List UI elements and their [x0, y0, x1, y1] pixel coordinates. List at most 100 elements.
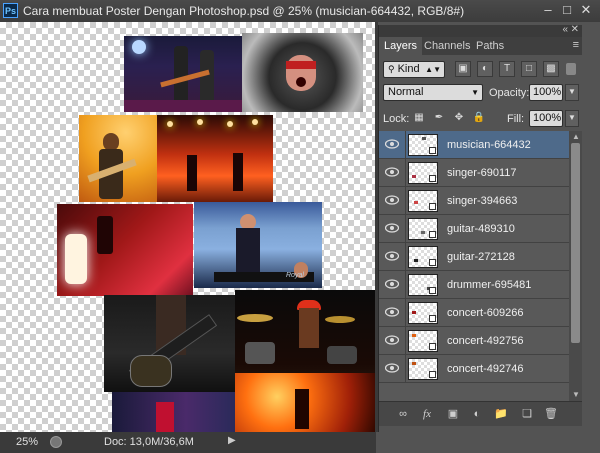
status-bar: 25% Doc: 13,0M/36,6M ▶	[0, 432, 600, 453]
layer-name: singer-394663	[447, 195, 518, 207]
smart-object-icon	[429, 203, 436, 210]
layer-row-concert-609266[interactable]: concert-609266	[379, 299, 569, 327]
layer-row-singer-394663[interactable]: singer-394663	[379, 187, 569, 215]
zoom-level[interactable]: 25%	[16, 436, 38, 448]
separator	[405, 215, 406, 243]
layer-thumbnail	[408, 190, 438, 212]
photo-dark-guitarist	[104, 295, 235, 392]
filter-smart-object-icon[interactable]: ▩	[543, 61, 559, 77]
tab-paths[interactable]: Paths	[471, 37, 509, 55]
smart-object-icon	[429, 259, 436, 266]
layer-thumbnail	[408, 302, 438, 324]
photo-guitarists-stage	[124, 36, 242, 112]
layer-list: musician-664432 singer-690117 singer-394…	[379, 131, 569, 401]
lock-label: Lock:	[383, 113, 410, 125]
eye-icon[interactable]	[385, 335, 399, 345]
blend-row: Normal ▼ Opacity: 100% ▼	[379, 82, 582, 104]
layer-row-concert-492756[interactable]: concert-492756	[379, 327, 569, 355]
lock-position-icon[interactable]: ✥	[451, 111, 467, 127]
title-bar: Ps Cara membuat Poster Dengan Photoshop.…	[0, 0, 600, 22]
close-panel-icon[interactable]: ✕	[571, 24, 579, 35]
lock-all-icon[interactable]: 🔒	[471, 111, 487, 127]
layer-row-guitar-489310[interactable]: guitar-489310	[379, 215, 569, 243]
layer-row-musician-664432[interactable]: musician-664432	[379, 131, 569, 159]
eye-icon[interactable]	[385, 167, 399, 177]
delete-layer-icon[interactable]: 🗑	[543, 406, 559, 422]
collapse-panel-icon[interactable]: «	[562, 24, 568, 35]
eye-icon[interactable]	[385, 307, 399, 317]
lock-paint-icon[interactable]: ✒	[431, 111, 447, 127]
layers-panel: « ✕ Layers Channels Paths ≡ ⚲ Kind ▲▼ ▣ ◐ …	[378, 24, 582, 432]
minimize-button[interactable]: –	[540, 2, 556, 18]
layer-name: singer-690117	[447, 167, 517, 179]
filter-kind-select[interactable]: ⚲ Kind ▲▼	[383, 61, 445, 78]
fill-input[interactable]: 100%	[529, 110, 563, 127]
blend-mode-select[interactable]: Normal ▼	[383, 84, 483, 101]
scroll-down-icon[interactable]: ▼	[572, 390, 580, 399]
status-panel-strip	[376, 432, 600, 453]
separator	[405, 299, 406, 327]
scrollbar-thumb[interactable]	[571, 143, 580, 343]
adjustment-layer-icon[interactable]: ◐	[469, 406, 485, 422]
link-layers-icon[interactable]: ∞	[395, 406, 411, 422]
layer-thumbnail	[408, 330, 438, 352]
smart-object-icon	[429, 147, 436, 154]
panel-menu-icon[interactable]: ≡	[573, 39, 579, 51]
layer-name: concert-492756	[447, 335, 524, 347]
filter-pixel-icon[interactable]: ▣	[455, 61, 471, 77]
tab-channels[interactable]: Channels	[419, 37, 475, 55]
photo-yellow-guitarist	[79, 115, 157, 202]
eye-icon[interactable]	[385, 195, 399, 205]
maximize-button[interactable]: □	[559, 2, 575, 18]
fill-label: Fill:	[507, 113, 525, 125]
layer-row-concert-492746[interactable]: concert-492746	[379, 355, 569, 383]
zoom-navigator-icon[interactable]	[50, 436, 62, 448]
status-menu-arrow-icon[interactable]: ▶	[228, 435, 236, 446]
eye-icon[interactable]	[385, 251, 399, 261]
new-layer-icon[interactable]: ❏	[519, 406, 535, 422]
smart-object-icon	[429, 231, 436, 238]
chevron-down-icon: ▲▼	[425, 65, 441, 74]
lock-row: Lock: ▦ ✒ ✥ 🔒 Fill: 100% ▼	[379, 108, 582, 130]
filter-shape-icon[interactable]: □	[521, 61, 537, 77]
document-size-info: Doc: 13,0M/36,6M	[104, 436, 194, 448]
eye-icon[interactable]	[385, 363, 399, 373]
layer-thumbnail	[408, 246, 438, 268]
filter-type-icon[interactable]: T	[499, 61, 515, 77]
layer-row-singer-690117[interactable]: singer-690117	[379, 159, 569, 187]
filter-toggle-switch[interactable]	[566, 63, 576, 75]
add-mask-icon[interactable]: ▣	[445, 406, 461, 422]
layer-name: concert-492746	[447, 363, 524, 375]
close-button[interactable]: ✕	[578, 2, 594, 18]
filter-adjustment-icon[interactable]: ◐	[477, 61, 493, 77]
opacity-input[interactable]: 100%	[529, 84, 563, 101]
panel-tabs: Layers Channels Paths ≡	[379, 37, 582, 55]
separator	[405, 271, 406, 299]
photo-red-stage-lights	[157, 115, 273, 202]
new-group-icon[interactable]: 📁	[493, 406, 509, 422]
fill-slider-button[interactable]: ▼	[565, 110, 579, 127]
layer-name: guitar-272128	[447, 251, 515, 263]
smart-object-icon	[429, 287, 436, 294]
smart-object-icon	[429, 371, 436, 378]
document-title: Cara membuat Poster Dengan Photoshop.psd…	[23, 4, 465, 18]
eye-icon[interactable]	[385, 223, 399, 233]
layer-row-guitar-272128[interactable]: guitar-272128	[379, 243, 569, 271]
layer-list-scrollbar[interactable]: ▲ ▼	[569, 131, 582, 401]
eye-icon[interactable]	[385, 139, 399, 149]
document-canvas[interactable]: Royal	[0, 22, 375, 432]
separator	[405, 327, 406, 355]
tab-layers[interactable]: Layers	[379, 37, 423, 55]
layer-name: drummer-695481	[447, 279, 532, 291]
separator	[405, 243, 406, 271]
scroll-up-icon[interactable]: ▲	[572, 132, 580, 141]
smart-object-icon	[429, 315, 436, 322]
layer-row-drummer-695481[interactable]: drummer-695481	[379, 271, 569, 299]
layer-style-fx-icon[interactable]: fx	[419, 406, 435, 422]
filter-row: ⚲ Kind ▲▼ ▣ ◐ T □ ▩	[379, 58, 582, 80]
layer-thumbnail	[408, 162, 438, 184]
layer-thumbnail	[408, 134, 438, 156]
eye-icon[interactable]	[385, 279, 399, 289]
lock-transparent-icon[interactable]: ▦	[411, 111, 427, 127]
opacity-slider-button[interactable]: ▼	[565, 84, 579, 101]
